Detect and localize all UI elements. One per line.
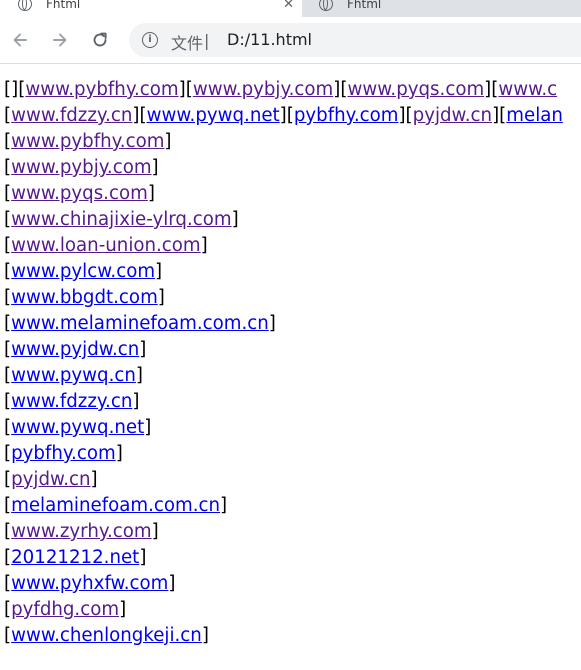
link-line-2: [www.fdzzy.cn][www.pywq.net][pybfhy.com]… — [4, 105, 563, 126]
list-item: [www.pywq.cn] — [4, 365, 143, 386]
link[interactable]: www.loan-union.com — [11, 235, 201, 256]
list-item: [www.loan-union.com] — [4, 235, 208, 256]
list-item: [www.pyqs.com] — [4, 183, 155, 204]
close-icon[interactable]: ✕ — [283, 0, 294, 12]
link[interactable]: www.bbgdt.com — [11, 287, 158, 308]
list-item: [pyjdw.cn] — [4, 469, 98, 490]
back-button[interactable] — [6, 26, 34, 54]
list-item: [www.pywq.net] — [4, 417, 152, 438]
link[interactable]: www.zyrhy.com — [11, 521, 152, 542]
info-icon[interactable]: i — [142, 32, 158, 48]
link[interactable]: www.pyqs.com — [347, 79, 484, 100]
list-item: [www.pyjdw.cn] — [4, 339, 147, 360]
link[interactable]: www.pybfhy.com — [11, 131, 164, 152]
browser-toolbar: i 文件 | D:/11.html — [0, 17, 581, 64]
bracket-prefix: [] — [4, 79, 19, 100]
link[interactable]: melan — [506, 105, 563, 126]
link[interactable]: www.pyjdw.cn — [11, 339, 139, 360]
reload-button[interactable] — [86, 26, 114, 54]
scheme-label: 文件 — [171, 34, 204, 53]
link[interactable]: melaminefoam.com.cn — [11, 495, 220, 516]
link[interactable]: www.fdzzy.cn — [11, 391, 132, 412]
tab-title: Fhtml — [46, 0, 81, 11]
link[interactable]: pyjdw.cn — [413, 105, 492, 126]
address-bar[interactable]: i 文件 | D:/11.html — [129, 23, 581, 57]
tab-active[interactable]: Fhtml ✕ — [0, 0, 302, 17]
link[interactable]: pybfhy.com — [11, 443, 116, 464]
link[interactable]: pyjdw.cn — [11, 469, 90, 490]
list-item: [www.bbgdt.com] — [4, 287, 165, 308]
link[interactable]: 20121212.net — [11, 547, 139, 568]
link-list: [www.pybfhy.com] [www.pybjy.com] [www.pyqs… — [4, 129, 581, 649]
link[interactable]: www.pylcw.com — [11, 261, 155, 282]
url-text[interactable]: D:/11.html — [227, 30, 312, 49]
globe-icon — [319, 0, 333, 11]
list-item: [melaminefoam.com.cn] — [4, 495, 228, 516]
page-content: [][www.pybfhy.com][www.pybjy.com][www.py… — [4, 77, 581, 649]
link[interactable]: pybfhy.com — [294, 105, 399, 126]
list-item: [www.chenlongkeji.cn] — [4, 625, 209, 646]
list-item: [www.fdzzy.cn] — [4, 391, 140, 412]
list-item: [www.zyrhy.com] — [4, 521, 159, 542]
link[interactable]: www.fdzzy.cn — [11, 105, 132, 126]
forward-arrow-icon — [53, 33, 67, 47]
list-item: [www.pybfhy.com] — [4, 131, 172, 152]
link[interactable]: www.chinajixie-ylrq.com — [11, 209, 232, 230]
tab-strip: Fhtml ✕ Fhtml — [0, 0, 581, 17]
link[interactable]: www.pybjy.com — [193, 79, 333, 100]
list-item: [www.melaminefoam.com.cn] — [4, 313, 276, 334]
list-item: [www.pyhxfw.com] — [4, 573, 176, 594]
list-item: [www.chinajixie-ylrq.com] — [4, 209, 239, 230]
list-item: [www.pylcw.com] — [4, 261, 163, 282]
link[interactable]: www.pywq.net — [11, 417, 144, 438]
back-arrow-icon — [13, 33, 27, 47]
link[interactable]: pyfdhg.com — [11, 599, 119, 620]
reload-icon — [93, 32, 107, 47]
link[interactable]: www.chenlongkeji.cn — [11, 625, 202, 646]
link[interactable]: www.pybfhy.com — [25, 79, 178, 100]
link[interactable]: www.c — [498, 79, 557, 100]
link[interactable]: www.pyqs.com — [11, 183, 148, 204]
list-item: [20121212.net] — [4, 547, 147, 568]
list-item: [pyfdhg.com] — [4, 599, 127, 620]
list-item: [pybfhy.com] — [4, 443, 123, 464]
link-line-1: [][www.pybfhy.com][www.pybjy.com][www.py… — [4, 79, 558, 100]
tab-inactive[interactable]: Fhtml — [305, 0, 581, 17]
globe-icon — [18, 0, 32, 11]
tab-title: Fhtml — [347, 0, 382, 11]
link[interactable]: www.pyhxfw.com — [11, 573, 168, 594]
link[interactable]: www.pywq.cn — [11, 365, 136, 386]
link[interactable]: www.melaminefoam.com.cn — [11, 313, 269, 334]
link[interactable]: www.pybjy.com — [11, 157, 151, 178]
forward-button[interactable] — [46, 26, 74, 54]
link[interactable]: www.pywq.net — [147, 105, 280, 126]
url-separator: | — [204, 31, 210, 50]
list-item: [www.pybjy.com] — [4, 157, 159, 178]
